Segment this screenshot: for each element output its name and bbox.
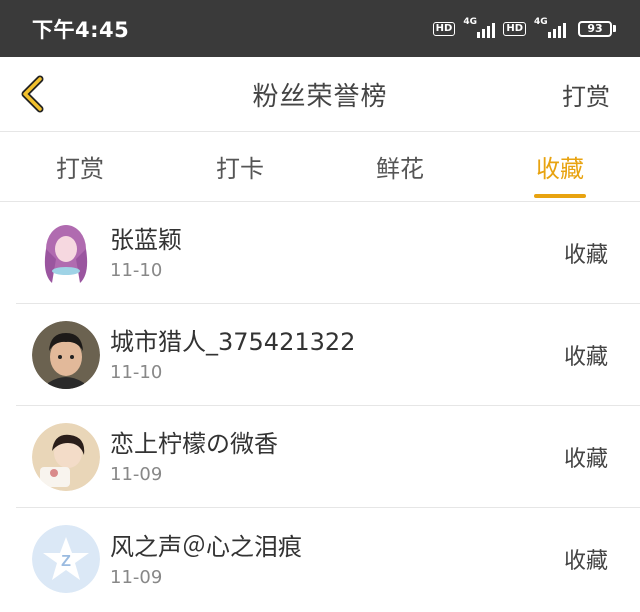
user-name: 城市猎人_375421322 [110, 328, 356, 356]
action-date: 11-10 [110, 362, 163, 383]
action-date: 11-10 [110, 260, 163, 281]
list-item[interactable]: 城市猎人_375421322 11-10 收藏 [16, 304, 640, 406]
list-item-info: 城市猎人_375421322 11-10 [110, 326, 564, 383]
avatar[interactable] [32, 218, 100, 287]
tab-tip[interactable]: 打赏 [0, 132, 160, 201]
list-item-info: 张蓝颖 11-10 [110, 224, 564, 281]
action-type: 收藏 [563, 549, 608, 574]
fan-list: 张蓝颖 11-10 收藏 城市猎人_375421322 11-10 收藏 恋上柠檬の微香 11… [0, 202, 640, 610]
tab-favorites[interactable]: 收藏 [480, 132, 640, 201]
avatar[interactable] [32, 320, 100, 389]
action-type: 收藏 [563, 446, 608, 472]
list-item[interactable]: 张蓝颖 11-10 收藏 [16, 202, 640, 304]
list-item[interactable]: 恋上柠檬の微香 11-09 收藏 [16, 406, 640, 508]
status-icons: HD 4G HD 4G 93 [432, 17, 616, 38]
user-name: 风之声＠心之泪痕 [110, 532, 302, 561]
tab-checkin[interactable]: 打卡 [160, 132, 320, 201]
battery-icon: 93 [578, 20, 616, 37]
tip-button[interactable]: 打赏 [562, 77, 610, 112]
avatar[interactable]: Z [32, 525, 100, 593]
nav-bar: 粉丝荣誉榜 打赏 [0, 57, 640, 132]
action-date: 11-09 [110, 566, 163, 588]
hd-icon: HD [432, 21, 456, 36]
tab-bar: 打赏 打卡 鲜花 收藏 [0, 132, 640, 202]
tab-flowers[interactable]: 鲜花 [320, 132, 480, 201]
signal-icon: 4G [463, 17, 496, 38]
list-item-info: 恋上柠檬の微香 11-09 [110, 428, 564, 485]
back-arrow-icon[interactable] [16, 75, 50, 113]
status-bar: 下午4:45 HD 4G HD 4G 93 [0, 0, 640, 57]
user-name: 恋上柠檬の微香 [110, 430, 278, 458]
action-type: 收藏 [563, 242, 608, 268]
hd-icon-2: HD [503, 21, 526, 36]
user-name: 张蓝颖 [110, 226, 182, 254]
action-date: 11-09 [110, 464, 163, 485]
action-type: 收藏 [563, 344, 608, 370]
list-item[interactable]: Z 风之声＠心之泪痕 11-09 收藏 [16, 508, 640, 610]
page-title: 粉丝荣誉榜 [252, 81, 388, 112]
avatar[interactable] [32, 422, 100, 491]
list-item-info: 风之声＠心之泪痕 11-09 [110, 531, 564, 588]
status-time: 下午4:45 [32, 17, 130, 42]
battery-level: 93 [578, 20, 612, 37]
svg-text:Z: Z [61, 553, 71, 570]
signal-icon-2: 4G [534, 17, 566, 38]
